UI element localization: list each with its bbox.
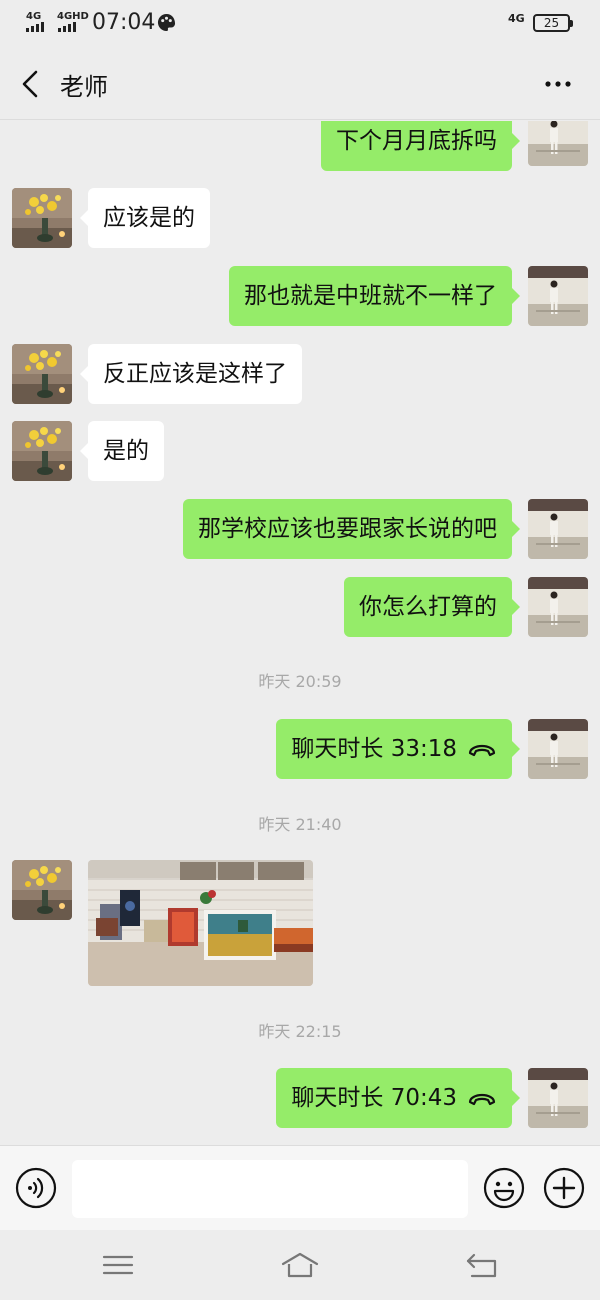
palette-icon bbox=[157, 13, 176, 32]
my-avatar[interactable] bbox=[528, 1068, 588, 1128]
chat-message-list[interactable]: 下个月月底拆吗 应该是的 那也就是中班就不一样了 反正应该是这样了 是的 那学校… bbox=[0, 121, 600, 1145]
call-duration-text: 聊天时长 70:43 bbox=[291, 1085, 457, 1111]
call-duration-text: 聊天时长 33:18 bbox=[291, 736, 457, 762]
message-timestamp: 昨天 20:59 bbox=[258, 672, 342, 691]
message-bubble-received[interactable]: 是的 bbox=[80, 421, 164, 481]
plus-icon[interactable] bbox=[543, 1167, 585, 1209]
contact-avatar[interactable] bbox=[12, 344, 72, 404]
contact-avatar[interactable] bbox=[12, 188, 72, 248]
my-avatar[interactable] bbox=[528, 499, 588, 559]
signal-label-1: 4G bbox=[26, 11, 42, 22]
page-title: 老师 bbox=[60, 73, 108, 101]
signal-label-3: 4G bbox=[508, 12, 525, 25]
home-icon[interactable] bbox=[280, 1250, 320, 1280]
message-timestamp: 昨天 21:40 bbox=[258, 815, 342, 834]
battery-icon: 25 bbox=[533, 14, 573, 32]
ellipsis-icon[interactable] bbox=[540, 70, 576, 98]
phone-hangup-icon bbox=[468, 1093, 496, 1105]
voice-icon[interactable] bbox=[15, 1167, 57, 1209]
status-time: 07:04 bbox=[92, 10, 156, 35]
message-bubble-received[interactable]: 反正应该是这样了 bbox=[80, 344, 302, 404]
message-bubble-sent[interactable]: 你怎么打算的 bbox=[344, 577, 520, 637]
my-avatar[interactable] bbox=[528, 266, 588, 326]
contact-avatar[interactable] bbox=[12, 421, 72, 481]
message-bubble-received[interactable]: 应该是的 bbox=[80, 188, 210, 248]
message-bubble-sent[interactable]: 下个月月底拆吗 bbox=[321, 121, 520, 171]
menu-icon[interactable] bbox=[98, 1250, 138, 1280]
my-avatar[interactable] bbox=[528, 121, 588, 166]
chevron-left-icon[interactable] bbox=[16, 66, 46, 102]
chat-header: 老师 bbox=[0, 48, 600, 120]
message-bubble-sent[interactable]: 那也就是中班就不一样了 bbox=[229, 266, 520, 326]
image-message[interactable] bbox=[88, 860, 313, 986]
signal-bars-icon bbox=[26, 22, 44, 32]
phone-hangup-icon bbox=[468, 744, 496, 756]
back-icon[interactable] bbox=[462, 1250, 502, 1280]
input-bar bbox=[0, 1145, 600, 1230]
signal-bars-icon bbox=[58, 22, 76, 32]
my-avatar[interactable] bbox=[528, 577, 588, 637]
my-avatar[interactable] bbox=[528, 719, 588, 779]
message-bubble-sent[interactable]: 那学校应该也要跟家长说的吧 bbox=[183, 499, 520, 559]
message-input[interactable] bbox=[72, 1160, 468, 1218]
status-bar: 4G 4GHD 07:04 4G 25 bbox=[0, 0, 600, 48]
system-nav-bar bbox=[0, 1230, 600, 1300]
signal-label-2: 4GHD bbox=[57, 11, 89, 22]
emoji-icon[interactable] bbox=[483, 1167, 525, 1209]
message-timestamp: 昨天 22:15 bbox=[258, 1022, 342, 1041]
contact-avatar[interactable] bbox=[12, 860, 72, 920]
voice-call-bubble[interactable]: 聊天时长 33:18 bbox=[276, 719, 520, 779]
voice-call-bubble[interactable]: 聊天时长 70:43 bbox=[276, 1068, 520, 1128]
